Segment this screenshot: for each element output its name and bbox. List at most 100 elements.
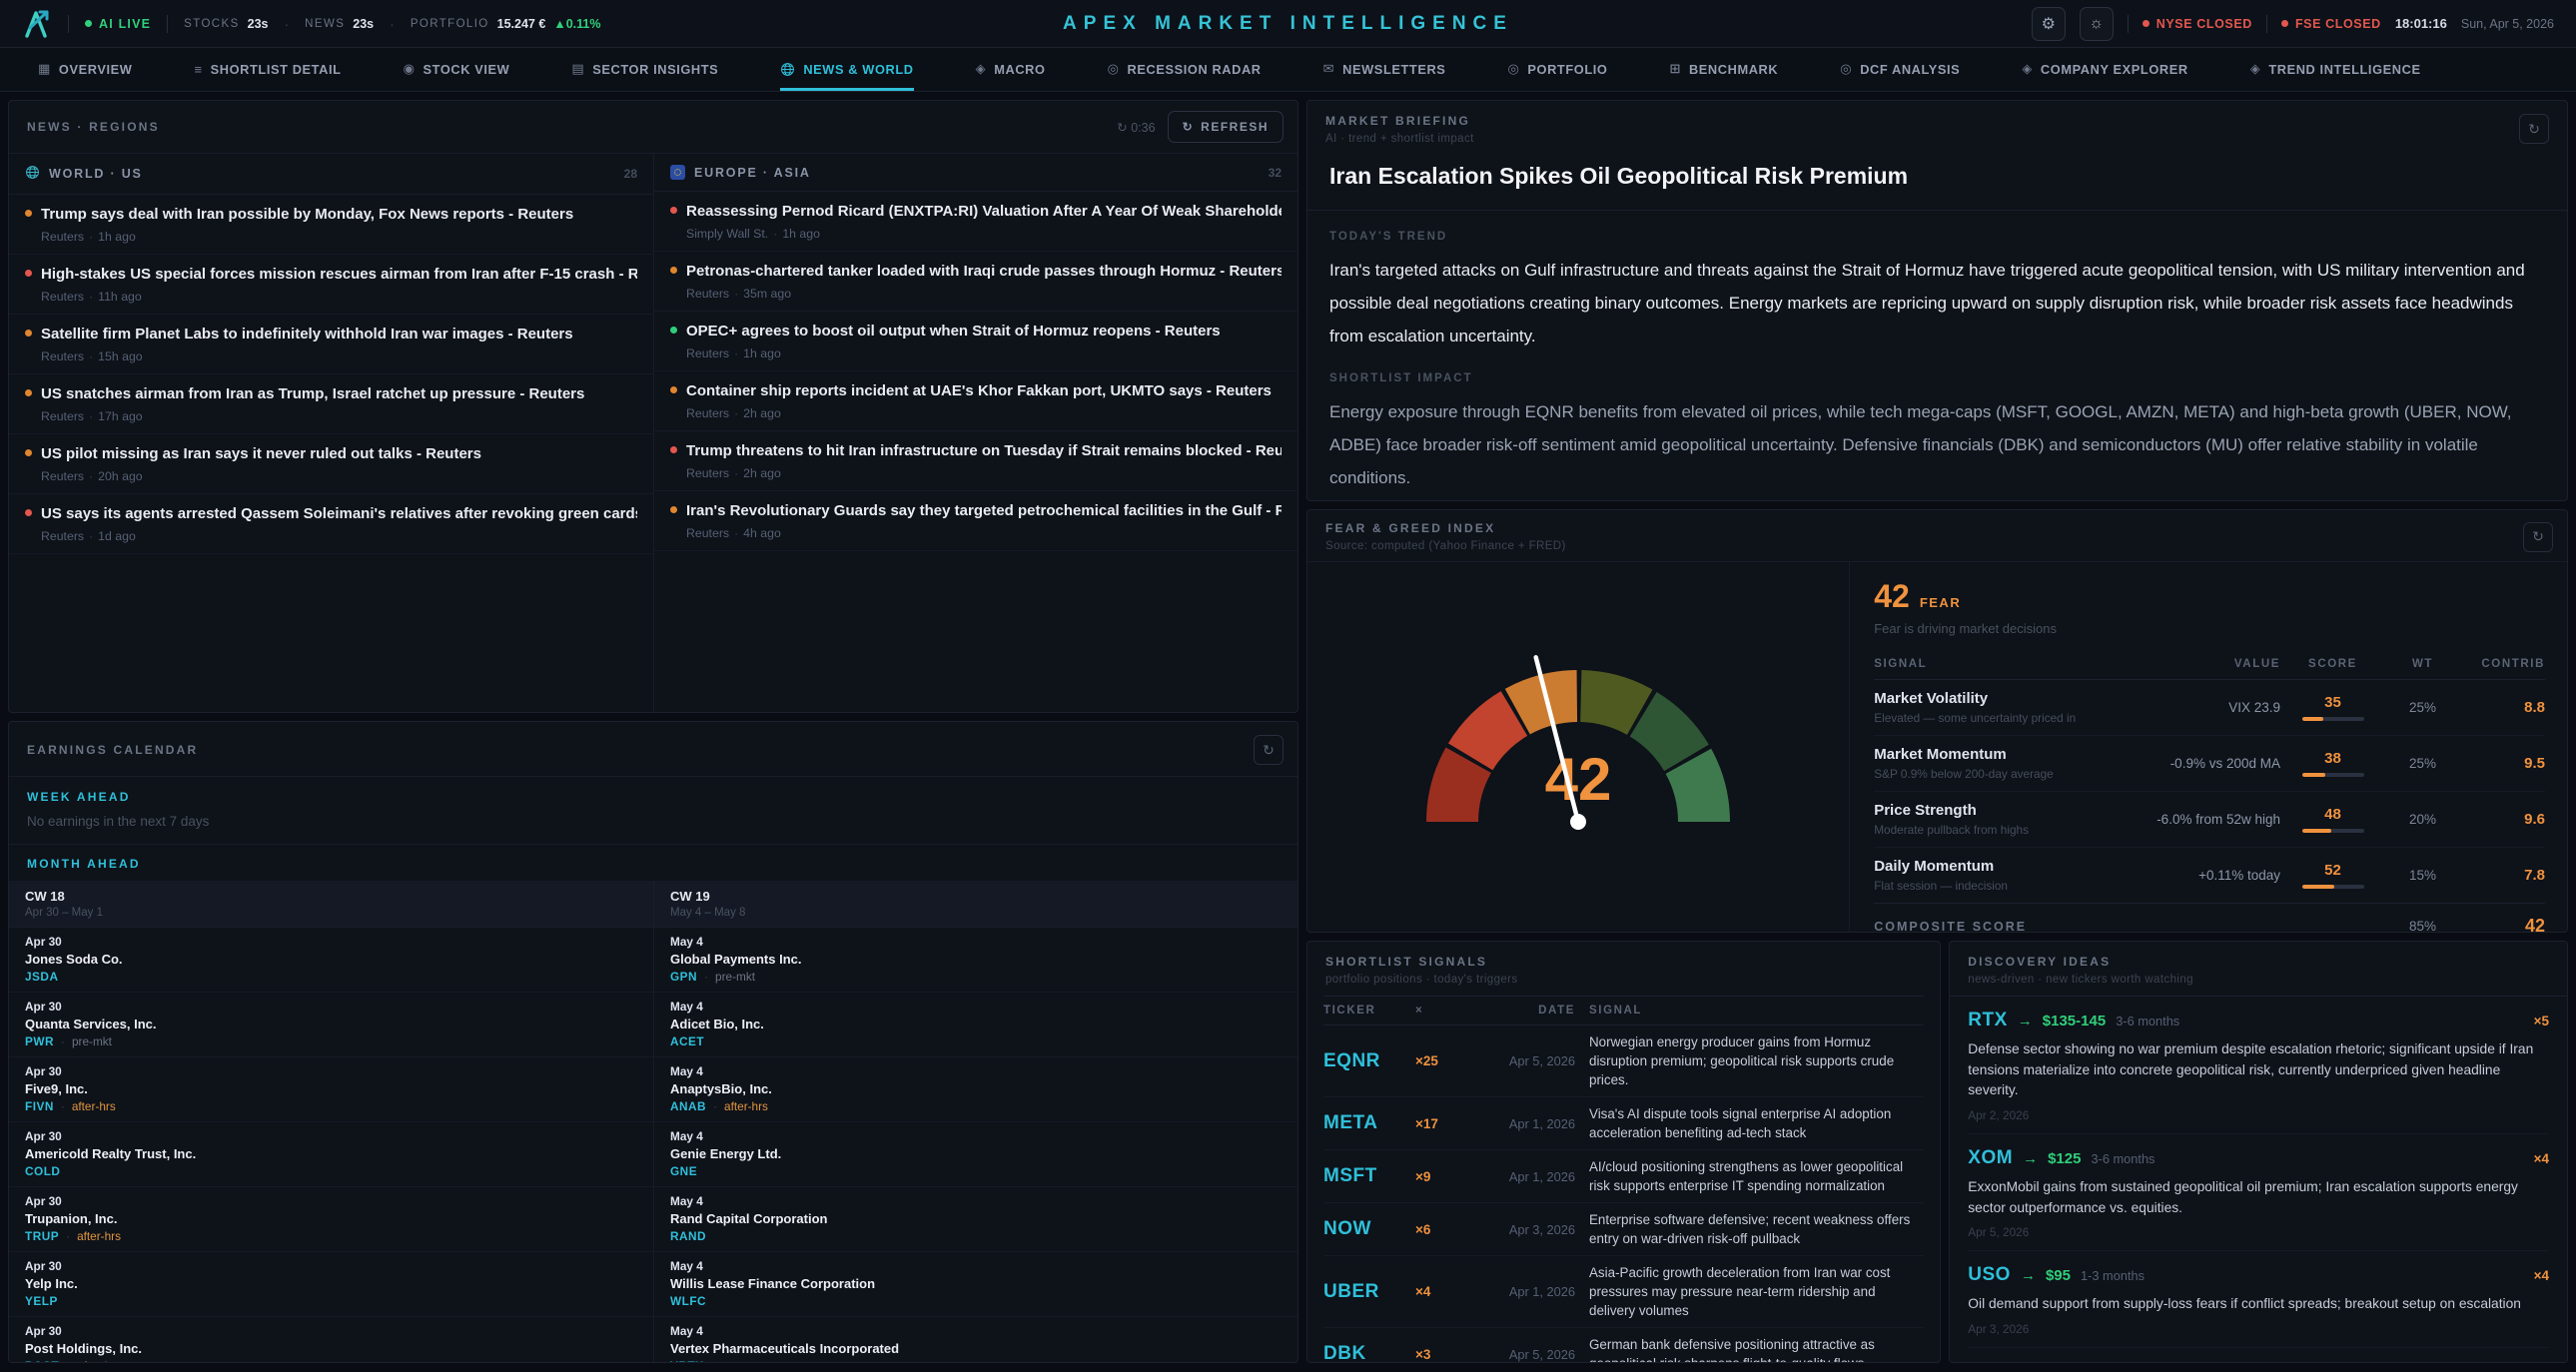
session-tag: pre-mkt — [72, 1034, 112, 1048]
news-item[interactable]: High-stakes US special forces mission re… — [9, 255, 653, 315]
earnings-ticker-line: GNE — [670, 1164, 1282, 1178]
target-icon: ◉ — [404, 61, 416, 77]
news-item[interactable]: Container ship reports incident at UAE's… — [654, 371, 1297, 431]
earnings-entry[interactable]: May 4Genie Energy Ltd.GNE — [654, 1122, 1297, 1187]
earnings-ticker-line: JSDA — [25, 970, 637, 984]
earnings-company: Five9, Inc. — [25, 1081, 637, 1096]
tab-newsletters[interactable]: ✉NEWSLETTERS — [1323, 48, 1446, 91]
tab-dcf-analysis[interactable]: ◎DCF ANALYSIS — [1840, 48, 1960, 91]
shortlist-rows: EQNR×25Apr 5, 2026Norwegian energy produ… — [1323, 1026, 1924, 1363]
discovery-idea-card[interactable]: RTX→$135-1453-6 months×5Defense sector s… — [1968, 997, 2549, 1134]
news-item-title: OPEC+ agrees to boost oil output when St… — [686, 323, 1221, 340]
news-item-title-row: Iran's Revolutionary Guards say they tar… — [670, 502, 1282, 519]
earnings-company: AnaptysBio, Inc. — [670, 1081, 1282, 1096]
news-item[interactable]: Reassessing Pernod Ricard (ENXTPA:RI) Va… — [654, 192, 1297, 252]
col-wt: WT — [2385, 658, 2460, 670]
news-item[interactable]: US pilot missing as Iran says it never r… — [9, 434, 653, 494]
fear-greed-titles: FEAR & GREED INDEX Source: computed (Yah… — [1325, 521, 1566, 552]
signal-name: Market Volatility — [1874, 690, 2106, 707]
news-item[interactable]: OPEC+ agrees to boost oil output when St… — [654, 312, 1297, 371]
earnings-ticker-line: RAND — [670, 1229, 1282, 1243]
signal-text: AI/cloud positioning strengthens as lowe… — [1589, 1157, 1924, 1195]
news-item-title: US snatches airman from Iran as Trump, I… — [41, 385, 584, 402]
earnings-ticker-line: WLFC — [670, 1294, 1282, 1308]
theme-toggle-button[interactable]: ☼ — [2080, 7, 2114, 41]
news-age: 1h ago — [782, 227, 820, 241]
idea-multiplier: ×5 — [2534, 1014, 2549, 1029]
gauge-segment — [1643, 714, 1686, 758]
idea-date: Apr 3, 2026 — [1968, 1322, 2549, 1336]
news-age: 17h ago — [98, 409, 142, 423]
diamond-icon: ◈ — [2022, 61, 2033, 77]
news-item[interactable]: Trump says deal with Iran possible by Mo… — [9, 195, 653, 255]
shortlist-signal-row[interactable]: MSFT×9Apr 1, 2026AI/cloud positioning st… — [1323, 1150, 1924, 1203]
shortlist-signal-row[interactable]: EQNR×25Apr 5, 2026Norwegian energy produ… — [1323, 1026, 1924, 1097]
signal-contrib: 8.8 — [2460, 699, 2545, 716]
shortlist-header: SHORTLIST SIGNALS portfolio positions · … — [1307, 942, 1940, 996]
bottom-row: SHORTLIST SIGNALS portfolio positions · … — [1306, 941, 2568, 1363]
signal-ticker: MSFT — [1323, 1165, 1415, 1187]
tab-trend-intelligence[interactable]: ◈TREND INTELLIGENCE — [2250, 48, 2421, 91]
earnings-entry[interactable]: Apr 30Quanta Services, Inc.PWR·pre-mkt — [9, 993, 653, 1057]
signal-name-cell: Market MomentumS&P 0.9% below 200-day av… — [1874, 746, 2106, 781]
news-item[interactable]: Trump threatens to hit Iran infrastructu… — [654, 431, 1297, 491]
earnings-entry[interactable]: May 4Adicet Bio, Inc.ACET — [654, 993, 1297, 1057]
news-item-title-row: Reassessing Pernod Ricard (ENXTPA:RI) Va… — [670, 203, 1282, 220]
earnings-entry[interactable]: May 4AnaptysBio, Inc.ANAB·after-hrs — [654, 1057, 1297, 1122]
arrow-right-icon: → — [2018, 1013, 2033, 1029]
col-date: DATE — [1477, 1005, 1589, 1017]
earnings-entry[interactable]: Apr 30Yelp Inc.YELP — [9, 1252, 653, 1317]
earnings-entry[interactable]: May 4Willis Lease Finance CorporationWLF… — [654, 1252, 1297, 1317]
tab-recession-radar[interactable]: ◎RECESSION RADAR — [1108, 48, 1262, 91]
briefing-refresh-button[interactable]: ↻ — [2519, 114, 2549, 144]
earnings-entry[interactable]: Apr 30Americold Realty Trust, Inc.COLD — [9, 1122, 653, 1187]
tab-news-world[interactable]: NEWS & WORLD — [780, 48, 913, 91]
signal-weight: 25% — [2385, 756, 2460, 771]
fear-greed-header: FEAR & GREED INDEX Source: computed (Yah… — [1307, 510, 2567, 562]
tab-overview[interactable]: ▦OVERVIEW — [38, 48, 132, 91]
tab-stock-view[interactable]: ◉STOCK VIEW — [404, 48, 510, 91]
briefing-panel-subtitle: AI · trend + shortlist impact — [1325, 133, 1474, 145]
earnings-entry[interactable]: Apr 30Five9, Inc.FIVN·after-hrs — [9, 1057, 653, 1122]
tab-benchmark[interactable]: ⊞BENCHMARK — [1669, 48, 1778, 91]
discovery-idea-card[interactable]: GLD→$2152-4 weeks×4Safe-haven gold rally… — [1968, 1348, 2549, 1363]
earnings-entry[interactable]: Apr 30Jones Soda Co.JSDA — [9, 928, 653, 993]
fear-greed-refresh-button[interactable]: ↻ — [2523, 522, 2553, 552]
tab-sector-insights[interactable]: ▤SECTOR INSIGHTS — [571, 48, 718, 91]
earnings-refresh-button[interactable]: ↻ — [1254, 735, 1284, 765]
earnings-entry[interactable]: Apr 30Trupanion, Inc.TRUP·after-hrs — [9, 1187, 653, 1252]
shortlist-signal-row[interactable]: DBK×3Apr 5, 2026German bank defensive po… — [1323, 1328, 1924, 1363]
tab-label: BENCHMARK — [1689, 62, 1778, 77]
briefing-panel-header: MARKET BRIEFING AI · trend + shortlist i… — [1307, 101, 2567, 155]
fear-table-rows: Market VolatilityElevated — some uncerta… — [1874, 680, 2545, 904]
news-item-title: Trump says deal with Iran possible by Mo… — [41, 206, 573, 223]
shortlist-signal-row[interactable]: NOW×6Apr 3, 2026Enterprise software defe… — [1323, 1203, 1924, 1256]
gauge-pivot — [1570, 814, 1586, 830]
tab-label: NEWS & WORLD — [803, 62, 913, 77]
earnings-entry[interactable]: Apr 30Post Holdings, Inc.POST·after-hrs — [9, 1317, 653, 1363]
idea-header: XOM→$1253-6 months×4 — [1968, 1147, 2549, 1169]
news-item[interactable]: US snatches airman from Iran as Trump, I… — [9, 374, 653, 434]
earnings-entry[interactable]: May 4Global Payments Inc.GPN·pre-mkt — [654, 928, 1297, 993]
shortlist-signal-row[interactable]: META×17Apr 1, 2026Visa's AI dispute tool… — [1323, 1097, 1924, 1150]
news-item[interactable]: Iran's Revolutionary Guards say they tar… — [654, 491, 1297, 551]
tab-company-explorer[interactable]: ◈COMPANY EXPLORER — [2022, 48, 2187, 91]
tab-shortlist-detail[interactable]: ≡SHORTLIST DETAIL — [194, 48, 341, 91]
discovery-idea-card[interactable]: USO→$951-3 months×4Oil demand support fr… — [1968, 1251, 2549, 1348]
tab-portfolio[interactable]: ◎PORTFOLIO — [1507, 48, 1607, 91]
settings-button[interactable]: ⚙ — [2032, 7, 2066, 41]
discovery-idea-card[interactable]: XOM→$1253-6 months×4ExxonMobil gains fro… — [1968, 1134, 2549, 1251]
shortlist-signal-row[interactable]: UBER×4Apr 1, 2026Asia-Pacific growth dec… — [1323, 1256, 1924, 1328]
news-item[interactable]: Petronas-chartered tanker loaded with Ir… — [654, 252, 1297, 312]
news-source: Reuters — [41, 529, 84, 543]
severity-dot-icon — [670, 207, 677, 214]
news-refresh-button[interactable]: ↻REFRESH — [1168, 111, 1284, 143]
tab-macro[interactable]: ◈MACRO — [976, 48, 1046, 91]
news-item[interactable]: Satellite firm Planet Labs to indefinite… — [9, 315, 653, 374]
earnings-entry[interactable]: May 4Rand Capital CorporationRAND — [654, 1187, 1297, 1252]
refresh-icon: ↻ — [2528, 121, 2540, 138]
earnings-entry[interactable]: May 4Vertex Pharmaceuticals Incorporated… — [654, 1317, 1297, 1363]
news-item[interactable]: US says its agents arrested Qassem Solei… — [9, 494, 653, 554]
fear-greed-title: FEAR & GREED INDEX — [1325, 521, 1566, 535]
earnings-ticker: ANAB — [670, 1099, 706, 1113]
